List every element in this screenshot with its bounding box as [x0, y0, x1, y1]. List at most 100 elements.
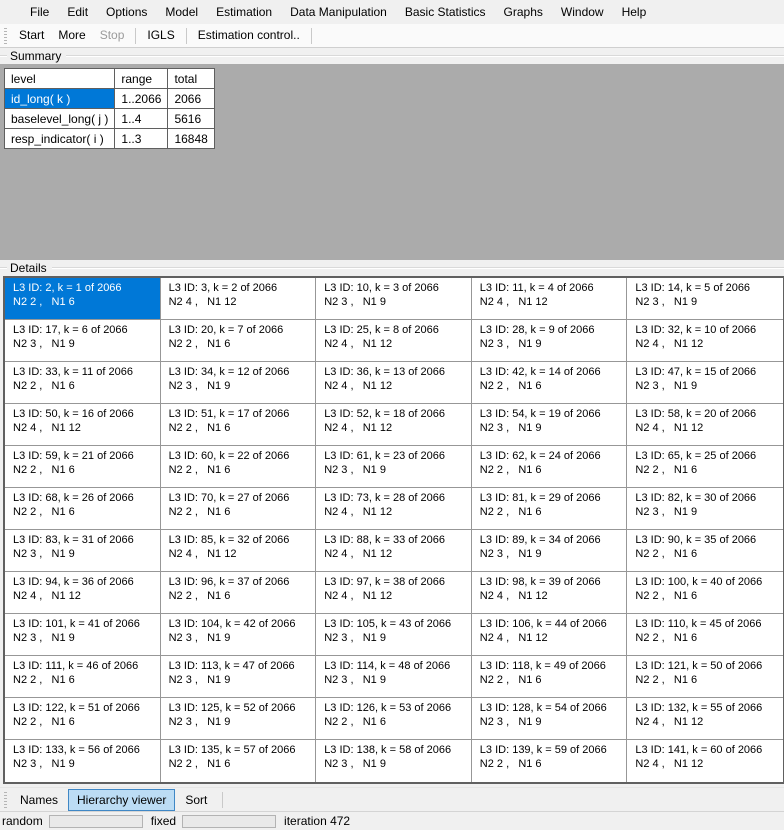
details-cell-line1: L3 ID: 3, k = 2 of 2066	[169, 281, 314, 295]
details-cell[interactable]: L3 ID: 132, k = 55 of 2066N2 4 , N1 12	[627, 698, 783, 740]
menu-item-options[interactable]: Options	[97, 0, 156, 24]
details-cell[interactable]: L3 ID: 36, k = 13 of 2066N2 4 , N1 12	[316, 362, 472, 404]
details-cell[interactable]: L3 ID: 2, k = 1 of 2066N2 2 , N1 6	[5, 278, 161, 320]
details-cell[interactable]: L3 ID: 100, k = 40 of 2066N2 2 , N1 6	[627, 572, 783, 614]
details-cell-line2: N2 4 , N1 12	[635, 337, 781, 351]
summary-level-cell[interactable]: baselevel_long( j )	[5, 109, 115, 129]
menu-item-edit[interactable]: Edit	[58, 0, 97, 24]
details-cell[interactable]: L3 ID: 135, k = 57 of 2066N2 2 , N1 6	[161, 740, 317, 782]
toolbar-button-start[interactable]: Start	[12, 25, 51, 46]
details-cell[interactable]: L3 ID: 42, k = 14 of 2066N2 2 , N1 6	[472, 362, 628, 404]
status-fixed-label: fixed	[151, 814, 176, 828]
details-cell[interactable]: L3 ID: 141, k = 60 of 2066N2 4 , N1 12	[627, 740, 783, 782]
details-cell[interactable]: L3 ID: 96, k = 37 of 2066N2 2 , N1 6	[161, 572, 317, 614]
tab-sort[interactable]: Sort	[177, 790, 215, 810]
details-cell[interactable]: L3 ID: 110, k = 45 of 2066N2 2 , N1 6	[627, 614, 783, 656]
tab-bar: NamesHierarchy viewerSort	[0, 788, 784, 812]
menu-item-graphs[interactable]: Graphs	[495, 0, 552, 24]
details-cell-line1: L3 ID: 81, k = 29 of 2066	[480, 491, 625, 505]
menu-item-data-manipulation[interactable]: Data Manipulation	[281, 0, 396, 24]
details-cell[interactable]: L3 ID: 60, k = 22 of 2066N2 2 , N1 6	[161, 446, 317, 488]
details-cell-line1: L3 ID: 100, k = 40 of 2066	[635, 575, 781, 589]
details-cell[interactable]: L3 ID: 33, k = 11 of 2066N2 2 , N1 6	[5, 362, 161, 404]
details-cell[interactable]: L3 ID: 47, k = 15 of 2066N2 3 , N1 9	[627, 362, 783, 404]
details-cell[interactable]: L3 ID: 59, k = 21 of 2066N2 2 , N1 6	[5, 446, 161, 488]
details-cell-line2: N2 2 , N1 6	[635, 589, 781, 603]
details-cell[interactable]: L3 ID: 32, k = 10 of 2066N2 4 , N1 12	[627, 320, 783, 362]
tab-hierarchy-viewer[interactable]: Hierarchy viewer	[69, 790, 174, 810]
toolbar-gripper[interactable]	[4, 28, 7, 44]
details-cell[interactable]: L3 ID: 82, k = 30 of 2066N2 3 , N1 9	[627, 488, 783, 530]
details-cell[interactable]: L3 ID: 128, k = 54 of 2066N2 3 , N1 9	[472, 698, 628, 740]
details-cell[interactable]: L3 ID: 98, k = 39 of 2066N2 4 , N1 12	[472, 572, 628, 614]
details-cell[interactable]: L3 ID: 114, k = 48 of 2066N2 3 , N1 9	[316, 656, 472, 698]
details-cell-line1: L3 ID: 36, k = 13 of 2066	[324, 365, 469, 379]
details-cell[interactable]: L3 ID: 11, k = 4 of 2066N2 4 , N1 12	[472, 278, 628, 320]
details-cell[interactable]: L3 ID: 28, k = 9 of 2066N2 3 , N1 9	[472, 320, 628, 362]
details-cell[interactable]: L3 ID: 90, k = 35 of 2066N2 2 , N1 6	[627, 530, 783, 572]
details-cell[interactable]: L3 ID: 138, k = 58 of 2066N2 3 , N1 9	[316, 740, 472, 782]
details-cell-line1: L3 ID: 11, k = 4 of 2066	[480, 281, 625, 295]
summary-column-header-level: level	[5, 69, 115, 89]
details-cell[interactable]: L3 ID: 62, k = 24 of 2066N2 2 , N1 6	[472, 446, 628, 488]
details-cell[interactable]: L3 ID: 70, k = 27 of 2066N2 2 , N1 6	[161, 488, 317, 530]
details-cell[interactable]: L3 ID: 51, k = 17 of 2066N2 2 , N1 6	[161, 404, 317, 446]
status-random-label: random	[2, 814, 43, 828]
details-cell[interactable]: L3 ID: 113, k = 47 of 2066N2 3 , N1 9	[161, 656, 317, 698]
tab-names[interactable]: Names	[12, 790, 66, 810]
toolbar-button-igls[interactable]: IGLS	[140, 25, 181, 46]
toolbar-button-more[interactable]: More	[51, 25, 92, 46]
details-cell[interactable]: L3 ID: 73, k = 28 of 2066N2 4 , N1 12	[316, 488, 472, 530]
details-cell[interactable]: L3 ID: 58, k = 20 of 2066N2 4 , N1 12	[627, 404, 783, 446]
menu-item-model[interactable]: Model	[156, 0, 207, 24]
details-cell-line2: N2 3 , N1 9	[480, 715, 625, 729]
details-cell[interactable]: L3 ID: 122, k = 51 of 2066N2 2 , N1 6	[5, 698, 161, 740]
details-cell[interactable]: L3 ID: 50, k = 16 of 2066N2 4 , N1 12	[5, 404, 161, 446]
tabbar-gripper[interactable]	[4, 792, 7, 808]
menu-item-window[interactable]: Window	[552, 0, 613, 24]
toolbar-button-estimation-control[interactable]: Estimation control..	[191, 25, 307, 46]
details-cell[interactable]: L3 ID: 111, k = 46 of 2066N2 2 , N1 6	[5, 656, 161, 698]
details-cell-line1: L3 ID: 73, k = 28 of 2066	[324, 491, 469, 505]
details-cell[interactable]: L3 ID: 106, k = 44 of 2066N2 4 , N1 12	[472, 614, 628, 656]
details-cell[interactable]: L3 ID: 14, k = 5 of 2066N2 3 , N1 9	[627, 278, 783, 320]
menu-item-basic-statistics[interactable]: Basic Statistics	[396, 0, 495, 24]
details-cell-line1: L3 ID: 90, k = 35 of 2066	[635, 533, 781, 547]
details-cell[interactable]: L3 ID: 133, k = 56 of 2066N2 3 , N1 9	[5, 740, 161, 782]
details-cell[interactable]: L3 ID: 88, k = 33 of 2066N2 4 , N1 12	[316, 530, 472, 572]
details-cell-line1: L3 ID: 94, k = 36 of 2066	[13, 575, 158, 589]
details-cell[interactable]: L3 ID: 52, k = 18 of 2066N2 4 , N1 12	[316, 404, 472, 446]
details-cell-line1: L3 ID: 54, k = 19 of 2066	[480, 407, 625, 421]
summary-level-cell[interactable]: resp_indicator( i )	[5, 129, 115, 149]
details-cell[interactable]: L3 ID: 10, k = 3 of 2066N2 3 , N1 9	[316, 278, 472, 320]
details-cell[interactable]: L3 ID: 3, k = 2 of 2066N2 4 , N1 12	[161, 278, 317, 320]
details-cell[interactable]: L3 ID: 104, k = 42 of 2066N2 3 , N1 9	[161, 614, 317, 656]
details-cell[interactable]: L3 ID: 61, k = 23 of 2066N2 3 , N1 9	[316, 446, 472, 488]
details-cell[interactable]: L3 ID: 94, k = 36 of 2066N2 4 , N1 12	[5, 572, 161, 614]
details-cell-line1: L3 ID: 97, k = 38 of 2066	[324, 575, 469, 589]
details-cell[interactable]: L3 ID: 85, k = 32 of 2066N2 4 , N1 12	[161, 530, 317, 572]
details-cell[interactable]: L3 ID: 83, k = 31 of 2066N2 3 , N1 9	[5, 530, 161, 572]
details-cell[interactable]: L3 ID: 34, k = 12 of 2066N2 3 , N1 9	[161, 362, 317, 404]
menu-item-estimation[interactable]: Estimation	[207, 0, 281, 24]
details-cell[interactable]: L3 ID: 65, k = 25 of 2066N2 2 , N1 6	[627, 446, 783, 488]
summary-level-cell[interactable]: id_long( k )	[5, 89, 115, 109]
menu-item-file[interactable]: File	[21, 0, 58, 24]
details-cell[interactable]: L3 ID: 68, k = 26 of 2066N2 2 , N1 6	[5, 488, 161, 530]
details-cell[interactable]: L3 ID: 97, k = 38 of 2066N2 4 , N1 12	[316, 572, 472, 614]
details-cell[interactable]: L3 ID: 126, k = 53 of 2066N2 2 , N1 6	[316, 698, 472, 740]
details-cell[interactable]: L3 ID: 118, k = 49 of 2066N2 2 , N1 6	[472, 656, 628, 698]
details-cell[interactable]: L3 ID: 101, k = 41 of 2066N2 3 , N1 9	[5, 614, 161, 656]
details-cell[interactable]: L3 ID: 54, k = 19 of 2066N2 3 , N1 9	[472, 404, 628, 446]
details-cell[interactable]: L3 ID: 89, k = 34 of 2066N2 3 , N1 9	[472, 530, 628, 572]
menu-item-help[interactable]: Help	[613, 0, 656, 24]
details-cell[interactable]: L3 ID: 81, k = 29 of 2066N2 2 , N1 6	[472, 488, 628, 530]
details-cell-line2: N2 4 , N1 12	[635, 757, 781, 771]
details-cell[interactable]: L3 ID: 125, k = 52 of 2066N2 3 , N1 9	[161, 698, 317, 740]
details-cell[interactable]: L3 ID: 105, k = 43 of 2066N2 3 , N1 9	[316, 614, 472, 656]
details-cell[interactable]: L3 ID: 17, k = 6 of 2066N2 3 , N1 9	[5, 320, 161, 362]
details-cell[interactable]: L3 ID: 121, k = 50 of 2066N2 2 , N1 6	[627, 656, 783, 698]
details-cell[interactable]: L3 ID: 20, k = 7 of 2066N2 2 , N1 6	[161, 320, 317, 362]
details-cell[interactable]: L3 ID: 139, k = 59 of 2066N2 2 , N1 6	[472, 740, 628, 782]
details-cell[interactable]: L3 ID: 25, k = 8 of 2066N2 4 , N1 12	[316, 320, 472, 362]
